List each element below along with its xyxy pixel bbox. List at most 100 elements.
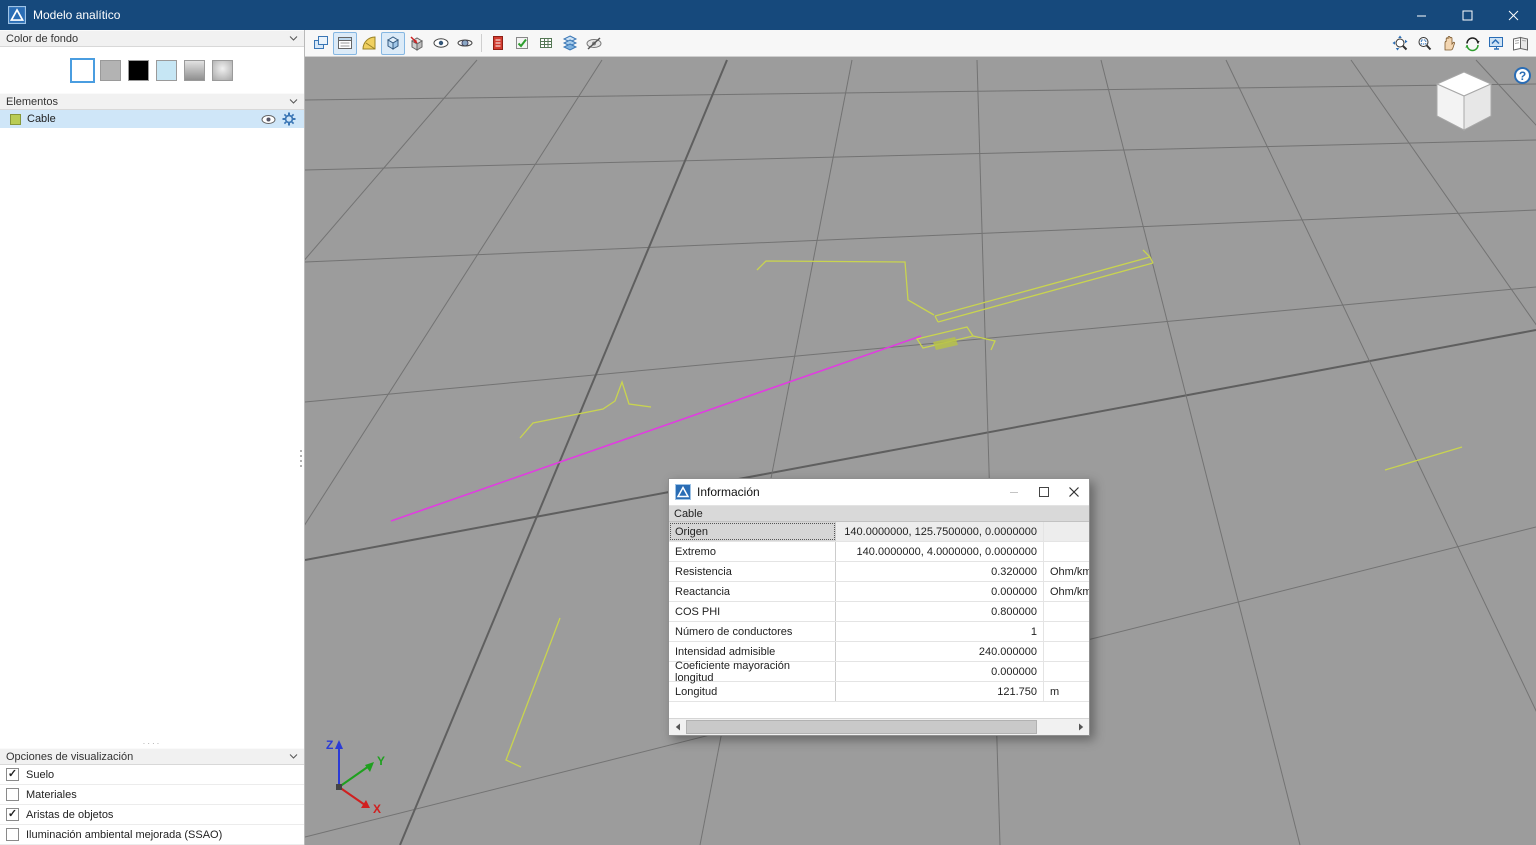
orbit-3d-icon[interactable]: [1460, 32, 1484, 55]
panel-splitter-handle[interactable]: ····: [0, 738, 304, 748]
property-label[interactable]: Número de conductores: [669, 622, 836, 641]
horizontal-scrollbar[interactable]: [669, 718, 1089, 735]
info-dialog-titlebar[interactable]: Información: [669, 479, 1089, 506]
chevron-down-icon: [289, 98, 298, 105]
property-unit: m: [1043, 682, 1089, 701]
zoom-window-icon[interactable]: [1412, 32, 1436, 55]
viewport-3d[interactable]: Z Y X ?: [305, 57, 1536, 845]
swatch-white[interactable]: [72, 60, 93, 81]
property-unit: [1043, 642, 1089, 661]
hide-elements-icon[interactable]: [582, 32, 606, 55]
background-color-panel-header[interactable]: Color de fondo: [0, 30, 304, 47]
analytic-layers-icon[interactable]: [309, 32, 333, 55]
orbit-icon[interactable]: [453, 32, 477, 55]
option-row-materiales[interactable]: Materiales: [0, 785, 304, 805]
table-row: Reactancia 0.000000 Ohm/km: [669, 582, 1089, 602]
dialog-property-table: Origen 140.0000000, 125.7500000, 0.00000…: [669, 522, 1089, 718]
swatch-black[interactable]: [128, 60, 149, 81]
titlebar[interactable]: Modelo analítico: [0, 0, 1536, 30]
property-unit: [1043, 522, 1089, 541]
app-logo-icon: [8, 6, 26, 24]
property-value[interactable]: 121.750: [836, 686, 1043, 698]
elements-panel-title: Elementos: [6, 96, 289, 108]
checkbox-suelo[interactable]: ✓: [6, 768, 19, 781]
property-unit: [1043, 542, 1089, 561]
property-label[interactable]: Resistencia: [669, 562, 836, 581]
property-label[interactable]: COS PHI: [669, 602, 836, 621]
swatch-light-blue[interactable]: [156, 60, 177, 81]
property-value[interactable]: 0.000000: [836, 586, 1043, 598]
display-options-panel-title: Opciones de visualización: [6, 751, 289, 763]
swatch-gradient-radial[interactable]: [212, 60, 233, 81]
option-row-aristas[interactable]: ✓ Aristas de objetos: [0, 805, 304, 825]
dialog-close-button[interactable]: [1059, 479, 1089, 505]
swatch-gray[interactable]: [100, 60, 121, 81]
app-logo-icon: [675, 484, 691, 500]
property-unit: Ohm/km: [1043, 562, 1089, 581]
app-window: Modelo analítico Color de fondo: [0, 0, 1536, 845]
elements-panel-header[interactable]: Elementos: [0, 93, 304, 110]
section-box-icon[interactable]: [381, 32, 405, 55]
visibility-icon[interactable]: [429, 32, 453, 55]
protractor-icon[interactable]: [357, 32, 381, 55]
help-button[interactable]: ?: [1514, 67, 1531, 84]
layers-stack-icon[interactable]: [558, 32, 582, 55]
table-icon[interactable]: [534, 32, 558, 55]
checkbox-aristas[interactable]: ✓: [6, 808, 19, 821]
property-label[interactable]: Origen: [669, 522, 836, 541]
axis-y-label: Y: [377, 754, 385, 768]
dialog-maximize-button[interactable]: [1029, 479, 1059, 505]
option-label-ssao: Iluminación ambiental mejorada (SSAO): [26, 829, 222, 841]
display-options-panel-header[interactable]: Opciones de visualización: [0, 748, 304, 765]
minimize-button[interactable]: [1398, 0, 1444, 30]
scrollbar-thumb[interactable]: [686, 720, 1037, 734]
property-label[interactable]: Longitud: [669, 682, 836, 701]
scroll-left-arrow[interactable]: [669, 719, 686, 735]
property-label[interactable]: Intensidad admisible: [669, 642, 836, 661]
dialog-section-header: Cable: [669, 506, 1089, 522]
info-panel-icon[interactable]: [333, 32, 357, 55]
zoom-extents-icon[interactable]: [1388, 32, 1412, 55]
property-value[interactable]: 140.0000000, 4.0000000, 0.0000000: [836, 546, 1043, 558]
pan-hand-icon[interactable]: [1436, 32, 1460, 55]
cable-color-swatch: [10, 114, 21, 125]
option-row-ssao[interactable]: Iluminación ambiental mejorada (SSAO): [0, 825, 304, 845]
property-label[interactable]: Coeficiente mayoración longitud: [669, 662, 836, 681]
info-dialog-title: Información: [697, 485, 999, 499]
cable-label: Cable: [27, 113, 255, 125]
property-value[interactable]: 0.000000: [836, 666, 1043, 678]
property-value[interactable]: 140.0000000, 125.7500000, 0.0000000: [836, 526, 1043, 538]
views-book-icon[interactable]: [1508, 32, 1532, 55]
sidebar-empty-area: [0, 128, 304, 738]
property-unit: Ohm/km: [1043, 582, 1089, 601]
report-icon[interactable]: [486, 32, 510, 55]
viewport-toolbar: [305, 30, 1536, 57]
clip-plane-icon[interactable]: [405, 32, 429, 55]
property-value[interactable]: 0.800000: [836, 606, 1043, 618]
sidebar-resize-handle[interactable]: [300, 450, 302, 467]
check-window-icon[interactable]: [510, 32, 534, 55]
background-swatches: [0, 47, 304, 93]
property-value[interactable]: 1: [836, 626, 1043, 638]
table-row: Extremo 140.0000000, 4.0000000, 0.000000…: [669, 542, 1089, 562]
maximize-button[interactable]: [1444, 0, 1490, 30]
option-row-suelo[interactable]: ✓ Suelo: [0, 765, 304, 785]
property-label[interactable]: Reactancia: [669, 582, 836, 601]
fit-screen-icon[interactable]: [1484, 32, 1508, 55]
view-cube[interactable]: [1433, 70, 1495, 134]
checkbox-materiales[interactable]: [6, 788, 19, 801]
element-row-cable[interactable]: Cable: [0, 110, 304, 128]
visibility-eye-icon[interactable]: [261, 114, 276, 125]
scroll-right-arrow[interactable]: [1072, 719, 1089, 735]
property-value[interactable]: 240.000000: [836, 646, 1043, 658]
checkbox-ssao[interactable]: [6, 828, 19, 841]
close-button[interactable]: [1490, 0, 1536, 30]
settings-gear-icon[interactable]: [282, 112, 296, 126]
info-dialog[interactable]: Información Cable: [668, 478, 1090, 736]
property-label[interactable]: Extremo: [669, 542, 836, 561]
table-row: Resistencia 0.320000 Ohm/km: [669, 562, 1089, 582]
swatch-gradient-vertical[interactable]: [184, 60, 205, 81]
table-row: Coeficiente mayoración longitud 0.000000: [669, 662, 1089, 682]
main-area: Z Y X ?: [305, 30, 1536, 845]
property-value[interactable]: 0.320000: [836, 566, 1043, 578]
